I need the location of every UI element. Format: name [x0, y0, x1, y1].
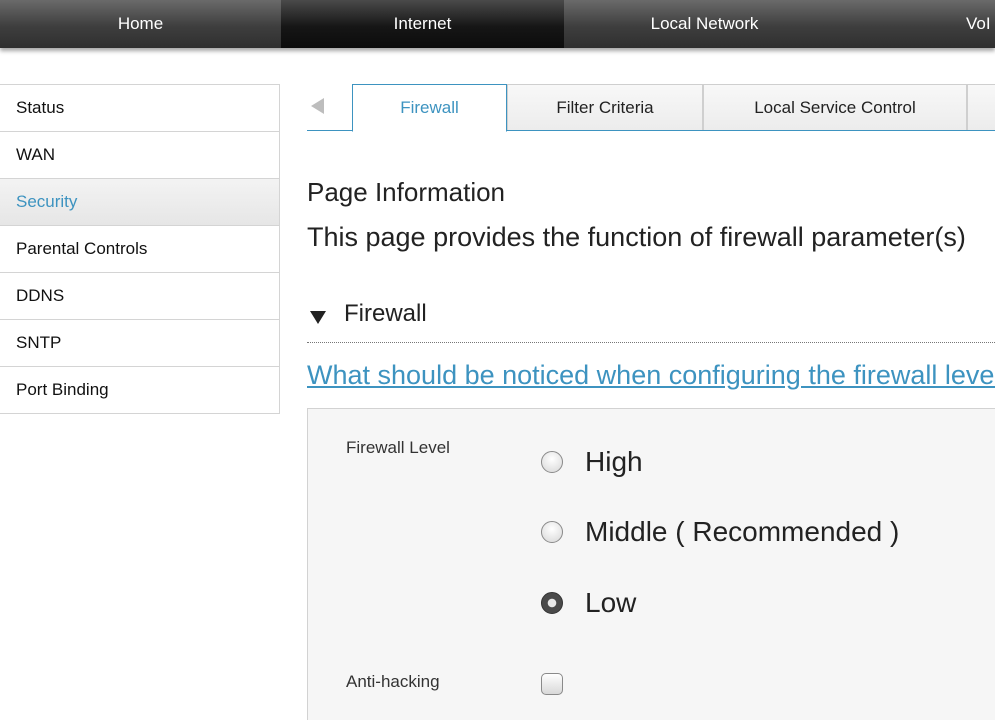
topnav-local-network[interactable]: Local Network [564, 0, 845, 48]
topnav-internet[interactable]: Internet [281, 0, 564, 48]
radio-label-low: Low [585, 587, 637, 618]
sidebar-item-security[interactable]: Security [0, 179, 279, 226]
page-information-title: Page Information [307, 177, 506, 207]
sidebar-item-parental-controls[interactable]: Parental Controls [0, 226, 279, 273]
anti-hacking-checkbox[interactable] [541, 673, 563, 695]
tab-filter-criteria[interactable]: Filter Criteria [507, 84, 703, 130]
sidebar: Status WAN Security Parental Controls DD… [0, 84, 280, 414]
radio-label-high: High [585, 446, 643, 477]
firewall-help-link[interactable]: What should be noticed when configuring … [307, 360, 995, 391]
page-information-text: This page provides the function of firew… [307, 222, 966, 252]
firewall-config-panel: Firewall Level High Middle ( Recommended… [307, 408, 995, 720]
radio-low[interactable] [541, 592, 563, 614]
top-navigation: Home Internet Local Network VoI [0, 0, 995, 48]
anti-hacking-label: Anti-hacking [346, 672, 440, 691]
topnav-home[interactable]: Home [0, 0, 281, 48]
firewall-section-header: Firewall [307, 298, 995, 343]
section-title: Firewall [344, 300, 427, 327]
radio-label-middle: Middle ( Recommended ) [585, 516, 900, 547]
router-admin-page: Home Internet Local Network VoI Status W… [0, 0, 995, 720]
tab-local-service-control[interactable]: Local Service Control [703, 84, 967, 130]
tab-next-partial[interactable] [967, 84, 995, 130]
sidebar-item-ddns[interactable]: DDNS [0, 273, 279, 320]
sidebar-item-status[interactable]: Status [0, 85, 279, 132]
radio-high[interactable] [541, 451, 563, 473]
sidebar-item-sntp[interactable]: SNTP [0, 320, 279, 367]
topnav-voip[interactable]: VoI [845, 0, 995, 48]
radio-middle[interactable] [541, 521, 563, 543]
collapse-triangle-icon[interactable] [310, 311, 326, 324]
sidebar-item-port-binding[interactable]: Port Binding [0, 367, 279, 414]
firewall-level-label: Firewall Level [346, 438, 450, 457]
sidebar-item-wan[interactable]: WAN [0, 132, 279, 179]
tab-scroll-left-icon[interactable] [311, 98, 324, 114]
tab-bar: Firewall Filter Criteria Local Service C… [307, 84, 995, 132]
tab-firewall[interactable]: Firewall [352, 84, 507, 132]
